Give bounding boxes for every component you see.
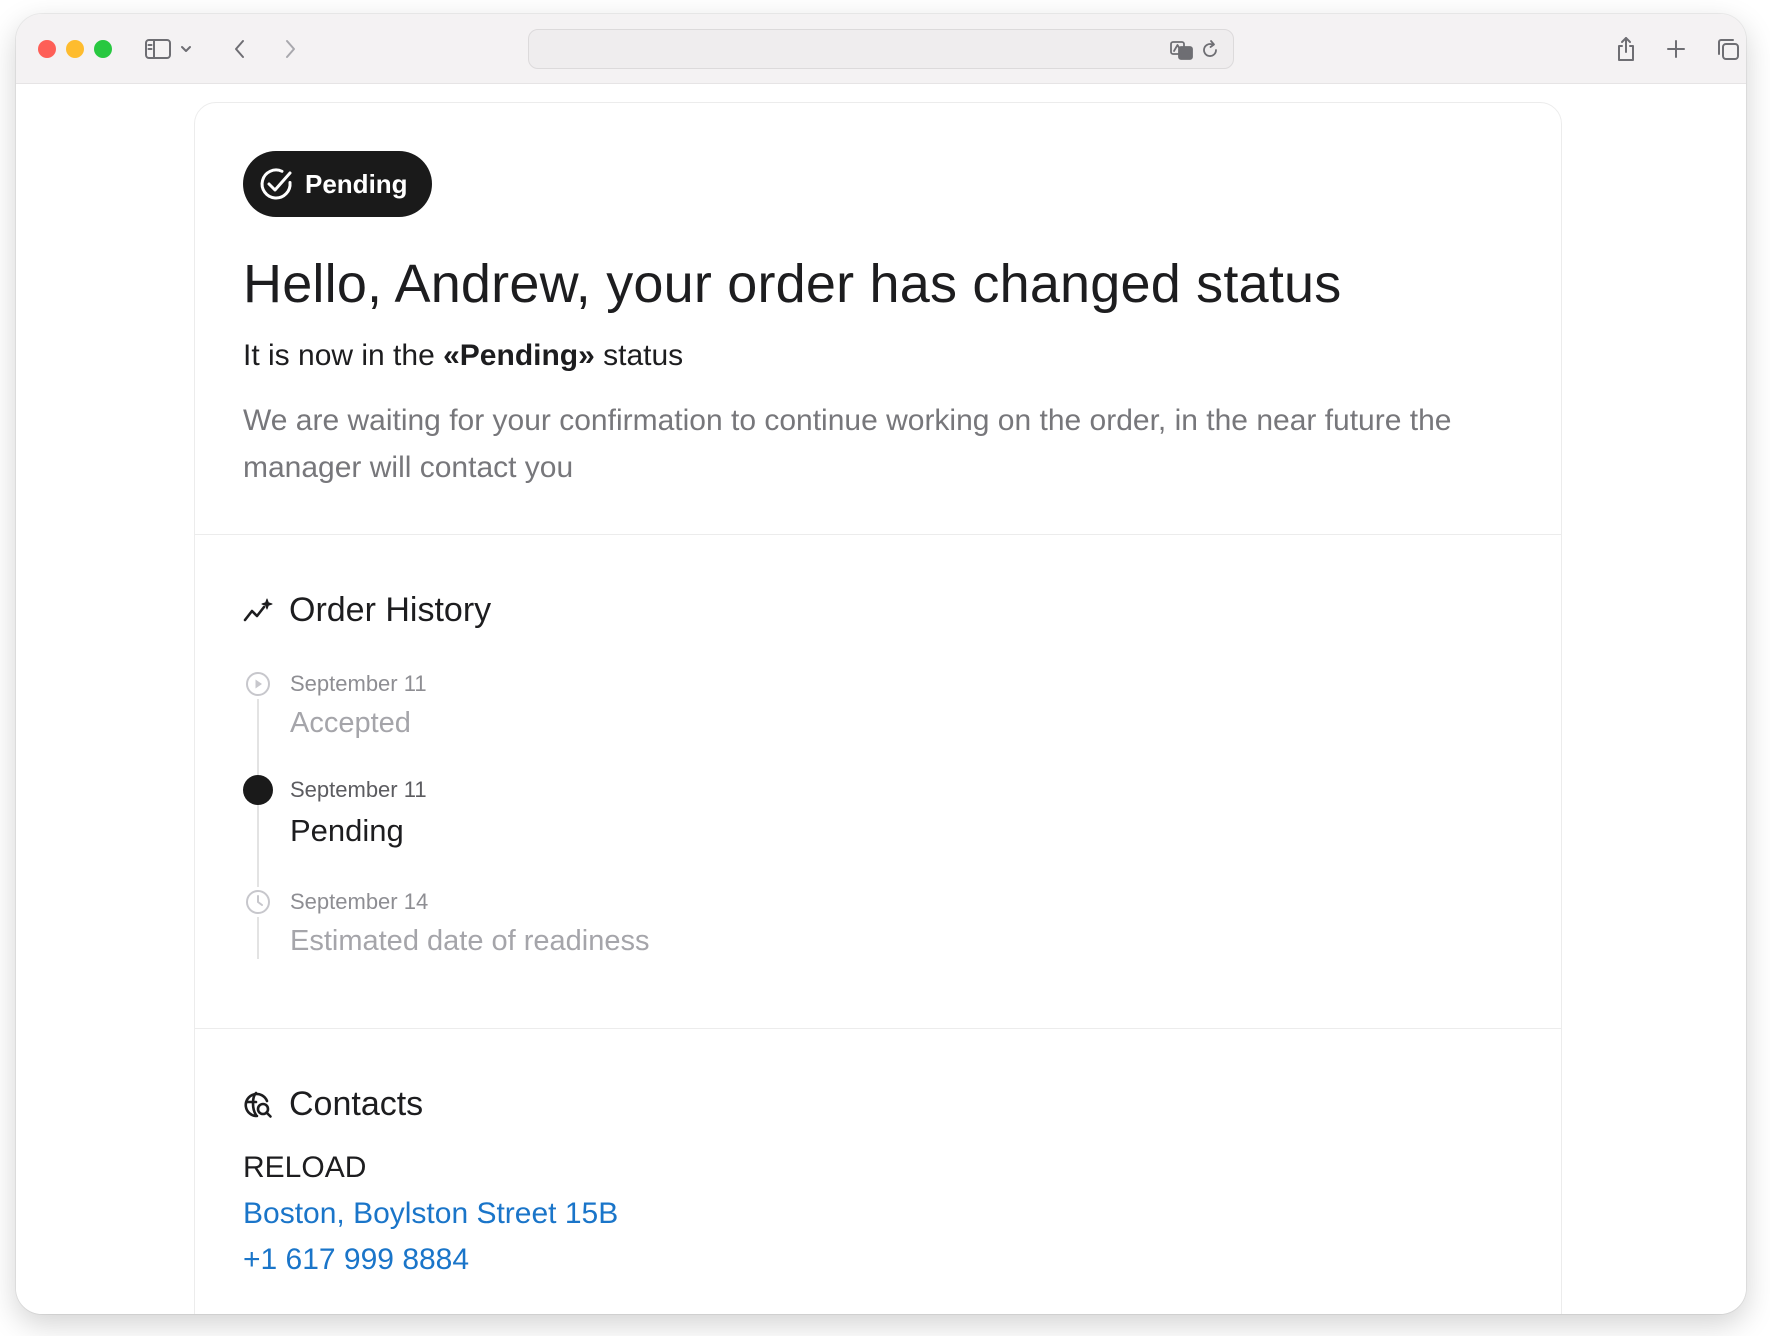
browser-window: Pending Hello, Andrew, your order has ch…	[16, 14, 1746, 1314]
status-badge: Pending	[243, 151, 432, 217]
zoom-window-button[interactable]	[94, 40, 112, 58]
timeline-label: Accepted	[290, 707, 411, 739]
tab-overview-icon[interactable]	[1712, 34, 1744, 64]
clock-icon	[243, 887, 273, 917]
contacts-title: Contacts	[289, 1085, 424, 1123]
status-description: We are waiting for your confirmation to …	[243, 404, 1452, 484]
address-link[interactable]: Boston, Boylston Street 15B	[243, 1197, 618, 1231]
translate-icon[interactable]	[1169, 37, 1195, 63]
timeline-date: September 11	[290, 671, 427, 696]
back-arrow-icon[interactable]	[224, 34, 256, 64]
current-status-dot	[243, 775, 273, 805]
timeline-line	[257, 683, 259, 959]
check-circle-icon	[260, 168, 292, 200]
status-line: It is now in the «Pending» status	[243, 339, 683, 373]
phone-link[interactable]: +1 617 999 8884	[243, 1243, 469, 1277]
page-title: Hello, Andrew, your order has changed st…	[243, 254, 1342, 314]
timeline-label: Pending	[290, 813, 404, 848]
address-bar[interactable]	[528, 29, 1234, 69]
status-section: Pending Hello, Andrew, your order has ch…	[195, 103, 1561, 535]
timeline-date: September 14	[290, 889, 429, 914]
forward-arrow-icon[interactable]	[274, 34, 306, 64]
status-line-value: «Pending»	[443, 339, 595, 372]
web-content: Pending Hello, Andrew, your order has ch…	[16, 84, 1746, 1314]
order-history-title: Order History	[289, 591, 492, 629]
play-circle-icon	[243, 669, 273, 699]
email-card: Pending Hello, Andrew, your order has ch…	[194, 102, 1562, 1314]
contacts-section: Contacts RELOAD Boston, Boylston Street …	[195, 1029, 1561, 1314]
timeline-date: September 11	[290, 777, 427, 802]
status-badge-label: Pending	[305, 168, 408, 199]
browser-toolbar	[16, 14, 1746, 84]
reload-icon[interactable]	[1197, 37, 1223, 63]
order-history-section: Order History September 11 Accepted Sept…	[195, 535, 1561, 1029]
sidebar-toggle-icon[interactable]	[142, 34, 174, 64]
minimize-window-button[interactable]	[66, 40, 84, 58]
order-history-heading: Order History	[243, 591, 491, 630]
company-name: RELOAD	[243, 1151, 367, 1184]
share-icon[interactable]	[1610, 34, 1642, 64]
status-line-suffix: status	[594, 339, 684, 372]
timeline-label: Estimated date of readiness	[290, 925, 650, 957]
status-line-prefix: It is now in the	[243, 339, 444, 372]
contacts-heading: Contacts	[243, 1085, 423, 1124]
globe-search-icon	[244, 1091, 272, 1118]
trending-chart-icon	[243, 598, 273, 621]
chevron-down-icon[interactable]	[176, 34, 196, 64]
new-tab-plus-icon[interactable]	[1660, 34, 1692, 64]
close-window-button[interactable]	[38, 40, 56, 58]
